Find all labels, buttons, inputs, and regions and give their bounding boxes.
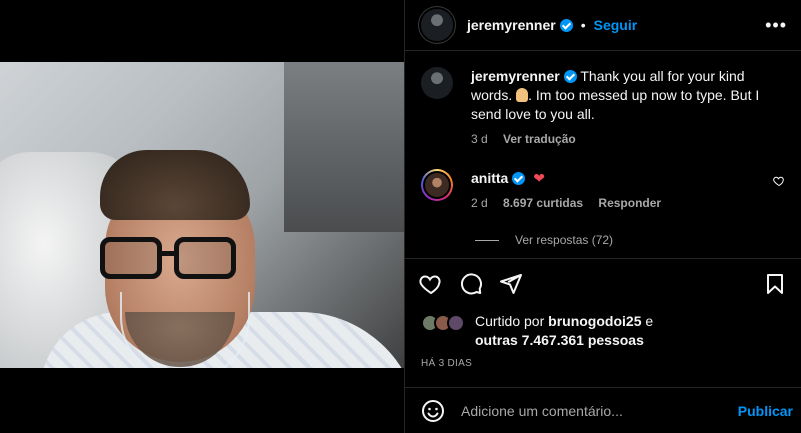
commenter-avatar[interactable] bbox=[421, 169, 453, 201]
publish-button[interactable]: Publicar bbox=[738, 403, 793, 419]
verified-icon bbox=[512, 172, 526, 185]
view-replies-button[interactable]: Ver respostas (72) bbox=[475, 233, 787, 247]
follow-button[interactable]: Seguir bbox=[594, 17, 638, 33]
verified-icon bbox=[563, 70, 577, 83]
liker-avatars[interactable] bbox=[421, 312, 475, 332]
post-photo[interactable] bbox=[0, 62, 404, 368]
post-date[interactable]: HÁ 3 DIAS bbox=[421, 358, 472, 369]
likes-text: Curtido por brunogodoi25 e outras 7.467.… bbox=[475, 312, 653, 350]
liked-by-others[interactable]: outras 7.467.361 pessoas bbox=[475, 332, 644, 348]
photo-hair bbox=[100, 150, 250, 220]
more-icon[interactable]: ••• bbox=[765, 15, 787, 36]
caption-text-end: . Im too messed up now to type. But I se… bbox=[471, 87, 760, 122]
author-username[interactable]: jeremyrenner bbox=[467, 17, 556, 33]
add-comment-bar: Publicar bbox=[405, 387, 801, 433]
post-panel: jeremyrenner • Seguir ••• jeremyrenner T… bbox=[404, 0, 801, 433]
caption: jeremyrenner Thank you all for your kind… bbox=[421, 67, 787, 149]
photo-tube bbox=[120, 292, 250, 368]
photo-background bbox=[284, 62, 404, 232]
comment-likes[interactable]: 8.697 curtidas bbox=[503, 196, 583, 210]
verified-icon bbox=[559, 18, 573, 32]
comments-section: jeremyrenner Thank you all for your kind… bbox=[405, 51, 801, 259]
separator-dot: • bbox=[580, 17, 586, 33]
action-bar bbox=[419, 266, 787, 302]
author-avatar[interactable] bbox=[421, 9, 453, 41]
likes-summary: Curtido por brunogodoi25 e outras 7.467.… bbox=[421, 312, 787, 350]
view-replies-label: Ver respostas (72) bbox=[515, 233, 614, 247]
commenter-username[interactable]: anitta bbox=[471, 170, 508, 186]
comment-input[interactable] bbox=[461, 402, 738, 419]
comment-age: 2 d bbox=[471, 196, 488, 210]
comment-text: ❤ bbox=[533, 170, 545, 186]
comment-like-icon[interactable] bbox=[773, 175, 785, 187]
caption-age: 3 d bbox=[471, 132, 488, 146]
liked-by-prefix: Curtido por bbox=[475, 313, 549, 329]
post-media bbox=[0, 0, 404, 433]
reply-button[interactable]: Responder bbox=[598, 196, 661, 210]
share-icon[interactable] bbox=[499, 272, 523, 296]
comment-item: anitta ❤ 2 d 8.697 curtidas Responder bbox=[421, 169, 787, 213]
liked-by-user[interactable]: brunogodoi25 bbox=[548, 313, 641, 329]
caption-avatar[interactable] bbox=[421, 67, 453, 99]
photo-glasses bbox=[100, 237, 240, 283]
caption-meta: 3 d Ver tradução bbox=[471, 130, 787, 149]
post-header: jeremyrenner • Seguir ••• bbox=[405, 0, 801, 51]
bookmark-icon[interactable] bbox=[763, 272, 787, 296]
caption-username[interactable]: jeremyrenner bbox=[471, 68, 560, 84]
heart-icon[interactable] bbox=[419, 272, 443, 296]
liked-by-connector: e bbox=[641, 313, 654, 329]
emoji-icon[interactable] bbox=[421, 399, 445, 423]
comment-meta: 2 d 8.697 curtidas Responder bbox=[471, 194, 787, 213]
translate-button[interactable]: Ver tradução bbox=[503, 132, 576, 146]
replies-divider bbox=[475, 239, 499, 241]
praying-hands-icon bbox=[516, 88, 529, 102]
comment-icon[interactable] bbox=[459, 272, 483, 296]
